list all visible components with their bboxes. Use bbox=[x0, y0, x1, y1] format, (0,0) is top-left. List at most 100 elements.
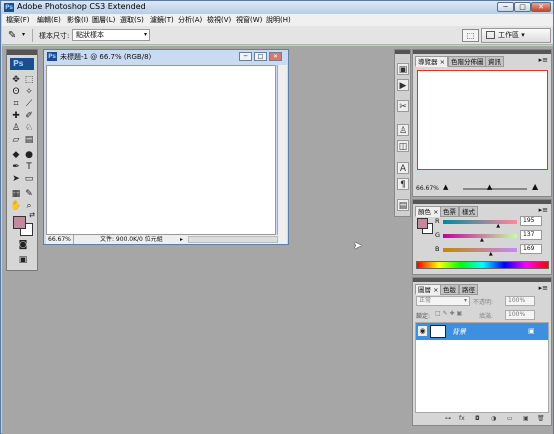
tab-paths[interactable]: 路徑 bbox=[459, 284, 478, 295]
panel-menu-icon[interactable]: ▸≡ bbox=[539, 56, 548, 64]
document-title[interactable]: 未標題-1 @ 66.7% (RGB/8) bbox=[60, 52, 151, 62]
vertical-scrollbar[interactable] bbox=[277, 65, 287, 235]
slice-tool-icon[interactable]: ⟋ bbox=[23, 99, 35, 110]
channel-slider-track[interactable] bbox=[443, 220, 517, 224]
stamp-tool-icon[interactable]: ♙ bbox=[10, 123, 22, 134]
zoom-in-icon[interactable]: ▲ bbox=[532, 182, 538, 191]
type-tool-icon[interactable]: T bbox=[23, 162, 35, 173]
eyedropper-tool-icon[interactable]: ✎ bbox=[23, 189, 35, 200]
screen-mode-icon[interactable]: ▣ bbox=[17, 255, 29, 266]
gradient-tool-icon[interactable]: ▤ bbox=[23, 135, 35, 146]
channel-value-field[interactable]: 195 bbox=[520, 216, 542, 226]
document-minimize-button[interactable]: ─ bbox=[239, 52, 252, 61]
crop-tool-icon[interactable]: ⌗ bbox=[10, 99, 22, 110]
tool-preset-arrow-icon[interactable]: ▾ bbox=[22, 31, 25, 38]
brush-tool-icon[interactable]: ✐ bbox=[23, 111, 35, 122]
channel-slider-thumb[interactable]: ▲ bbox=[489, 251, 493, 257]
document-close-button[interactable]: ✕ bbox=[269, 52, 282, 61]
foreground-color-swatch[interactable] bbox=[13, 216, 26, 229]
menu-filter[interactable]: 濾鏡(T) bbox=[150, 15, 174, 25]
color-spectrum-bar[interactable] bbox=[416, 261, 549, 269]
blend-mode-select[interactable]: 正常 ▾ bbox=[416, 296, 470, 306]
tools-dock-icon[interactable]: ✂ bbox=[397, 100, 409, 112]
horizontal-scrollbar[interactable] bbox=[188, 236, 278, 243]
document-canvas[interactable] bbox=[46, 65, 276, 235]
menu-window[interactable]: 視窗(W) bbox=[236, 15, 262, 25]
color-grip[interactable] bbox=[413, 200, 551, 204]
panel-menu-icon[interactable]: ▸≡ bbox=[539, 206, 548, 214]
menu-select[interactable]: 選取(S) bbox=[120, 15, 144, 25]
clone-source-dock-icon[interactable]: ♙ bbox=[397, 124, 409, 136]
tab-styles[interactable]: 樣式 bbox=[459, 206, 478, 217]
character-dock-icon[interactable]: A bbox=[397, 162, 409, 174]
navigator-grip[interactable] bbox=[413, 50, 551, 54]
dodge-tool-icon[interactable]: ● bbox=[23, 150, 35, 161]
zoom-slider-track[interactable] bbox=[463, 188, 527, 190]
navigator-zoom-value[interactable]: 66.67% bbox=[416, 185, 439, 192]
channel-value-field[interactable]: 169 bbox=[520, 244, 542, 254]
toolbox-grip[interactable] bbox=[7, 50, 37, 55]
maximize-button[interactable]: □ bbox=[514, 2, 531, 12]
menu-help[interactable]: 說明(H) bbox=[266, 15, 291, 25]
new-group-icon[interactable]: ▭ bbox=[507, 415, 513, 422]
minimize-button[interactable]: ─ bbox=[497, 2, 514, 12]
layer-style-icon[interactable]: fx bbox=[459, 415, 465, 422]
zoom-slider-thumb[interactable]: ▲ bbox=[487, 183, 492, 191]
tab-channels[interactable]: 色版 bbox=[440, 284, 459, 295]
channel-slider-track[interactable] bbox=[443, 248, 517, 252]
lock-options[interactable]: □ ✎ ✚ ▣ bbox=[435, 310, 462, 317]
healing-tool-icon[interactable]: ✚ bbox=[10, 111, 22, 122]
path-select-tool-icon[interactable]: ➤ bbox=[10, 174, 22, 185]
lasso-tool-icon[interactable]: ʘ bbox=[10, 87, 22, 98]
magic-wand-tool-icon[interactable]: ✧ bbox=[23, 87, 35, 98]
navigator-preview[interactable] bbox=[417, 70, 548, 170]
sample-size-select[interactable]: 點狀樣本 ▾ bbox=[72, 29, 150, 41]
notes-tool-icon[interactable]: ▦ bbox=[10, 189, 22, 200]
layer-row-background[interactable]: ◉ 背景 ▣ bbox=[416, 323, 548, 340]
workspace-button[interactable]: 工作區 ▾ bbox=[481, 28, 551, 43]
tab-histogram[interactable]: 色階分佈圖 bbox=[448, 56, 487, 67]
fill-field[interactable]: 100% bbox=[505, 310, 535, 320]
tab-color[interactable]: 顏色 × bbox=[415, 206, 442, 217]
close-button[interactable]: ✕ bbox=[531, 2, 551, 12]
layers-grip[interactable] bbox=[413, 278, 551, 282]
new-layer-icon[interactable]: ▣ bbox=[523, 415, 529, 422]
title-bar[interactable]: Ps Adobe Photoshop CS3 Extended ─ □ ✕ bbox=[1, 1, 553, 14]
zoom-field[interactable]: 66.67% bbox=[48, 235, 74, 244]
zoom-out-icon[interactable]: ▲ bbox=[443, 183, 448, 191]
trash-icon[interactable]: 🗑 bbox=[537, 415, 545, 422]
link-layers-icon[interactable]: ⊶ bbox=[445, 415, 451, 422]
panel-menu-icon[interactable]: ▸≡ bbox=[539, 284, 548, 292]
menu-edit[interactable]: 編輯(E) bbox=[37, 15, 61, 25]
eyedropper-icon[interactable]: ✎ bbox=[8, 29, 22, 42]
shape-tool-icon[interactable]: ▭ bbox=[23, 174, 35, 185]
layer-name[interactable]: 背景 bbox=[452, 327, 466, 337]
tab-navigator[interactable]: 導覽器 × bbox=[415, 56, 449, 67]
opacity-field[interactable]: 100% bbox=[505, 296, 535, 306]
tab-swatches[interactable]: 色票 bbox=[440, 206, 459, 217]
tab-info[interactable]: 資訊 bbox=[485, 56, 504, 67]
channel-slider-thumb[interactable]: ▲ bbox=[496, 223, 500, 229]
menu-layer[interactable]: 圖層(L) bbox=[92, 15, 115, 25]
menu-file[interactable]: 檔案(F) bbox=[6, 15, 30, 25]
adjustment-layer-icon[interactable]: ◑ bbox=[491, 415, 496, 422]
document-maximize-button[interactable]: □ bbox=[254, 52, 267, 61]
move-tool-icon[interactable]: ✥ bbox=[10, 75, 22, 86]
tab-layers[interactable]: 圖層 × bbox=[415, 284, 442, 295]
layer-mask-icon[interactable]: ◘ bbox=[475, 415, 480, 422]
swap-colors-icon[interactable]: ⇄ bbox=[26, 210, 38, 221]
ps-logo[interactable]: Ps bbox=[10, 58, 34, 70]
align-dock-icon[interactable]: ◫ bbox=[397, 140, 409, 152]
history-brush-tool-icon[interactable]: ♘ bbox=[23, 123, 35, 134]
eraser-tool-icon[interactable]: ▱ bbox=[10, 135, 22, 146]
navigator-dock-icon[interactable]: ▣ bbox=[397, 63, 409, 75]
status-menu-arrow-icon[interactable]: ▸ bbox=[180, 235, 183, 244]
visibility-eye-icon[interactable]: ◉ bbox=[418, 326, 427, 336]
pen-tool-icon[interactable]: ✒ bbox=[10, 162, 22, 173]
history-dock-icon[interactable]: ▶ bbox=[397, 79, 409, 91]
channel-value-field[interactable]: 137 bbox=[520, 230, 542, 240]
quick-mask-icon[interactable]: ◙ bbox=[17, 240, 29, 251]
blur-tool-icon[interactable]: ◆ bbox=[10, 150, 22, 161]
dock-grip[interactable] bbox=[395, 50, 410, 54]
layer-comps-dock-icon[interactable]: ▤ bbox=[397, 199, 409, 211]
